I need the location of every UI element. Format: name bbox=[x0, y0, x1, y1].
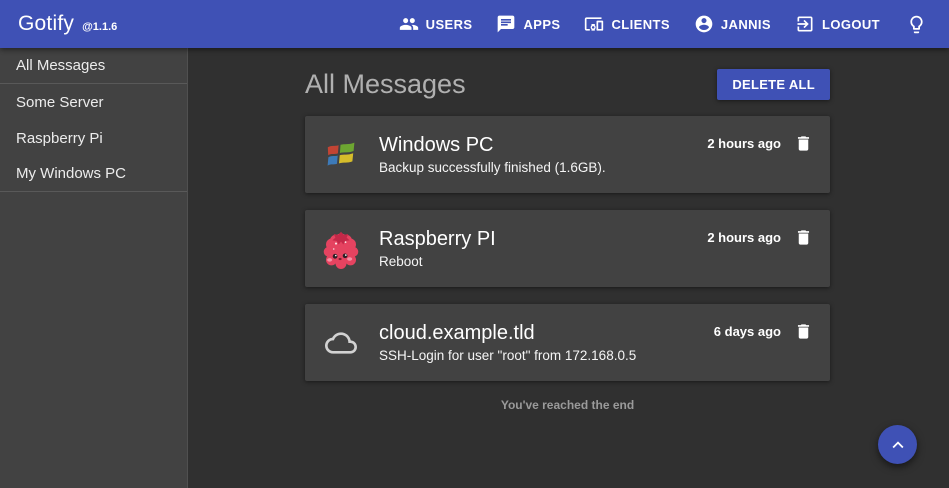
clients-icon bbox=[584, 14, 604, 34]
lightbulb-icon bbox=[906, 14, 927, 35]
message-text: SSH-Login for user "root" from 172.168.0… bbox=[379, 347, 636, 365]
app-title: Gotify bbox=[18, 12, 74, 36]
sidebar: All Messages Some Server Raspberry Pi My… bbox=[0, 48, 188, 488]
sidebar-item-label: Some Server bbox=[16, 94, 104, 111]
nav-logout-label: LOGOUT bbox=[822, 17, 880, 32]
sidebar-item-my-windows-pc[interactable]: My Windows PC bbox=[0, 156, 187, 192]
delete-message-button[interactable] bbox=[793, 227, 814, 248]
message-timestamp: 6 days ago bbox=[714, 321, 781, 339]
nav-account-button[interactable]: JANNIS bbox=[682, 6, 783, 42]
message-timestamp: 2 hours ago bbox=[707, 133, 781, 151]
message-text: Reboot bbox=[379, 253, 496, 271]
message-title: Raspberry PI bbox=[379, 226, 496, 252]
nav-clients-button[interactable]: CLIENTS bbox=[572, 6, 681, 42]
cloud-icon bbox=[321, 323, 361, 363]
message-card-cloud: cloud.example.tld SSH-Login for user "ro… bbox=[305, 304, 830, 381]
delete-message-button[interactable] bbox=[793, 321, 814, 342]
delete-all-button[interactable]: DELETE ALL bbox=[717, 69, 830, 100]
windows-logo-icon bbox=[321, 135, 361, 175]
trash-icon bbox=[794, 134, 813, 153]
nav-apps-button[interactable]: APPS bbox=[484, 6, 572, 42]
message-card-windows-pc: Windows PC Backup successfully finished … bbox=[305, 116, 830, 193]
nav-apps-label: APPS bbox=[523, 17, 560, 32]
page-title: All Messages bbox=[305, 69, 466, 100]
message-title: cloud.example.tld bbox=[379, 320, 636, 346]
nav-logout-button[interactable]: LOGOUT bbox=[783, 6, 892, 42]
users-icon bbox=[399, 14, 419, 34]
message-card-raspberry-pi: Raspberry PI Reboot 2 hours ago bbox=[305, 210, 830, 287]
sidebar-item-label: Raspberry Pi bbox=[16, 130, 103, 147]
logout-icon bbox=[795, 14, 815, 34]
account-icon bbox=[694, 14, 714, 34]
apps-icon bbox=[496, 14, 516, 34]
raspberry-icon bbox=[321, 229, 361, 269]
sidebar-item-label: All Messages bbox=[16, 57, 105, 74]
trash-icon bbox=[794, 228, 813, 247]
nav-users-label: USERS bbox=[426, 17, 473, 32]
scroll-to-top-button[interactable] bbox=[878, 425, 917, 464]
sidebar-item-raspberry-pi[interactable]: Raspberry Pi bbox=[0, 120, 187, 156]
app-version: @1.1.6 bbox=[82, 21, 117, 33]
main-content: All Messages DELETE ALL Windows PC Backu… bbox=[188, 48, 949, 488]
header-nav: USERS APPS CLIENTS JANNIS LOGOUT bbox=[387, 6, 933, 43]
chevron-up-icon bbox=[887, 434, 909, 456]
nav-users-button[interactable]: USERS bbox=[387, 6, 485, 42]
sidebar-item-some-server[interactable]: Some Server bbox=[0, 84, 187, 120]
trash-icon bbox=[794, 322, 813, 341]
message-title: Windows PC bbox=[379, 132, 606, 158]
theme-toggle-button[interactable] bbox=[892, 6, 933, 43]
message-text: Backup successfully finished (1.6GB). bbox=[379, 159, 606, 177]
nav-clients-label: CLIENTS bbox=[611, 17, 669, 32]
message-timestamp: 2 hours ago bbox=[707, 227, 781, 245]
brand: Gotify @1.1.6 bbox=[18, 12, 117, 36]
delete-message-button[interactable] bbox=[793, 133, 814, 154]
nav-account-label: JANNIS bbox=[721, 17, 771, 32]
end-of-list-text: You've reached the end bbox=[305, 398, 830, 412]
app-header: Gotify @1.1.6 USERS APPS CLIENTS JANNIS … bbox=[0, 0, 949, 48]
sidebar-item-label: My Windows PC bbox=[16, 165, 126, 182]
sidebar-item-all-messages[interactable]: All Messages bbox=[0, 48, 187, 84]
